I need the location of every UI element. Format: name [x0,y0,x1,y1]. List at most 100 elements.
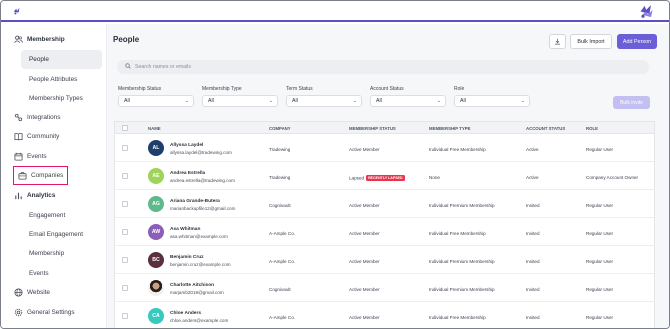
account-status-text: Invited [526,231,540,236]
sidebar-analytics-label: Analytics [27,192,56,199]
column-header-role[interactable]: ROLE [586,126,598,131]
column-header-name[interactable]: NAME [148,126,161,131]
company-text: A-Ample Co. [269,231,296,236]
sidebar-item-events-analytics[interactable]: Events [21,264,102,283]
sidebar-community-label: Community [27,133,60,140]
sidebar-item-general-settings[interactable]: General Settings [14,303,75,322]
search-input[interactable] [135,64,615,70]
company-text: Cognivault [269,287,291,292]
page-title: People [113,35,140,44]
membership-type-text: Individual Premium Membership [429,259,495,264]
sidebar-section-membership[interactable]: Membership [14,30,65,49]
bulk-import-button[interactable]: Bulk Import [570,34,612,49]
row-checkbox[interactable] [122,229,128,235]
person-name[interactable]: Andrea Estrella [170,171,205,176]
filter-role: Role All ⌄ [454,86,530,107]
bulk-invite-button[interactable]: Bulk invite [613,96,650,109]
row-checkbox[interactable] [122,201,128,207]
sidebar-item-companies[interactable]: Companies [13,166,68,185]
sidebar-companies-label: Companies [31,172,64,179]
sidebar-section-analytics[interactable]: Analytics [14,186,55,205]
select-all-checkbox[interactable] [122,125,128,131]
row-checkbox[interactable] [122,285,128,291]
person-name[interactable]: Asa Whitman [170,227,200,232]
select-value: All [124,98,130,104]
sidebar-item-website[interactable]: Website [14,283,50,302]
column-header-account-status[interactable]: ACCOUNT STATUS [526,126,565,131]
membership-status-text: Active Member [349,315,380,320]
sidebar-item-integrations[interactable]: Integrations [14,108,60,127]
column-header-membership-type[interactable]: MEMBERSHIP TYPE [429,126,470,131]
top-bar [1,1,669,22]
person-name[interactable]: Chloe Anders [170,311,201,316]
cell-account-status: Invited [526,315,540,320]
filter-label: Membership Type [202,86,242,92]
table-row[interactable]: Charlotte Aitchison marjamb2019@gmail.com… [115,274,654,302]
sidebar-item-people[interactable]: People [21,50,102,69]
person-email: chloe.anders@example.com [170,318,229,323]
sidebar-item-membership-types[interactable]: Membership Types [21,89,102,108]
cell-account-status: Active [526,175,539,180]
search-bar[interactable] [117,60,649,74]
membership-type-text: None [429,175,440,180]
cell-role: Regular User [586,203,613,208]
table-row[interactable]: CA Chloe Anders chloe.anders@example.com A-… [115,302,654,328]
cell-membership-status: Active Member [349,315,380,320]
cell-account-status: Invited [526,259,540,264]
main-content: People Bulk Import Add Person Membership… [106,24,669,328]
account-status-select[interactable]: All ⌄ [370,95,446,107]
app-logo-icon[interactable] [13,7,21,15]
sidebar-item-engagement[interactable]: Engagement [21,206,102,225]
table-row[interactable]: AE Andrea Estrella andrea.estrella@tradewi… [115,162,654,190]
cell-company: Tradewing [269,175,290,180]
sidebar-item-membership-analytics[interactable]: Membership [21,244,102,263]
person-name[interactable]: Benjamin Cruz [170,255,204,260]
column-header-company[interactable]: COMPANY [269,126,291,131]
add-person-button[interactable]: Add Person [617,34,657,49]
chevron-down-icon: ⌄ [184,98,189,104]
table-row[interactable]: AG Ariana Grande-Butera marianbackupfile12… [115,190,654,218]
sidebar-item-label: Membership [29,250,65,257]
column-header-membership-status[interactable]: MEMBERSHIP STATUS [349,126,396,131]
company-text: Tradewing [269,147,291,152]
membership-status-select[interactable]: All ⌄ [118,95,194,107]
sidebar-item-community[interactable]: Community [14,127,59,146]
avatar: BC [148,252,164,268]
person-name[interactable]: Allyssa Laydel [170,143,203,148]
person-name[interactable]: Charlotte Aitchison [170,283,214,288]
sidebar-item-events[interactable]: Events [14,147,47,166]
account-status-text: Invited [526,315,540,320]
account-status-text: Active [526,175,539,180]
download-button[interactable] [549,34,566,49]
row-checkbox[interactable] [122,173,128,179]
table-row[interactable]: BC Benjamin Cruz benjamin.cruz@example.com… [115,246,654,274]
company-text: A-Ample Co. [269,315,296,320]
role-select[interactable]: All ⌄ [454,95,530,107]
table-row[interactable]: AL Allyssa Laydel allyssa.laydel@tradewing… [115,134,654,162]
cell-membership-type: Individual Premium Membership [429,259,495,264]
sidebar-item-email-engagement[interactable]: Email Engagement [21,225,102,244]
company-text: Cognivault [269,203,291,208]
membership-type-text: Individual Premium Membership [429,203,495,208]
cell-company: Cognivault [269,287,291,292]
cell-membership-status: Lapsed RECENTLY LAPSED [349,175,405,181]
cell-account-status: Active [526,147,539,152]
term-status-select[interactable]: All ⌄ [286,95,362,107]
table-row[interactable]: AW Asa Whitman asa.whitman@example.com A-Am… [115,218,654,246]
select-value: All [460,98,466,104]
cell-membership-type: Individual Free Membership [429,147,486,152]
sidebar-item-label: People [29,56,49,63]
sidebar-item-people-attributes[interactable]: People Attributes [21,70,102,89]
row-checkbox[interactable] [122,257,128,263]
cell-role: Company Account Owner [586,175,638,180]
row-checkbox[interactable] [122,313,128,319]
sidebar-item-label: Engagement [29,212,66,219]
cell-membership-type: None [429,175,440,180]
cell-company: A-Ample Co. [269,231,295,236]
row-checkbox[interactable] [122,145,128,151]
membership-type-select[interactable]: All ⌄ [202,95,278,107]
person-name[interactable]: Ariana Grande-Butera [170,199,220,204]
filter-membership-status: Membership Status All ⌄ [118,86,194,107]
filter-membership-type: Membership Type All ⌄ [202,86,278,107]
brand-logo-icon[interactable] [639,4,655,19]
